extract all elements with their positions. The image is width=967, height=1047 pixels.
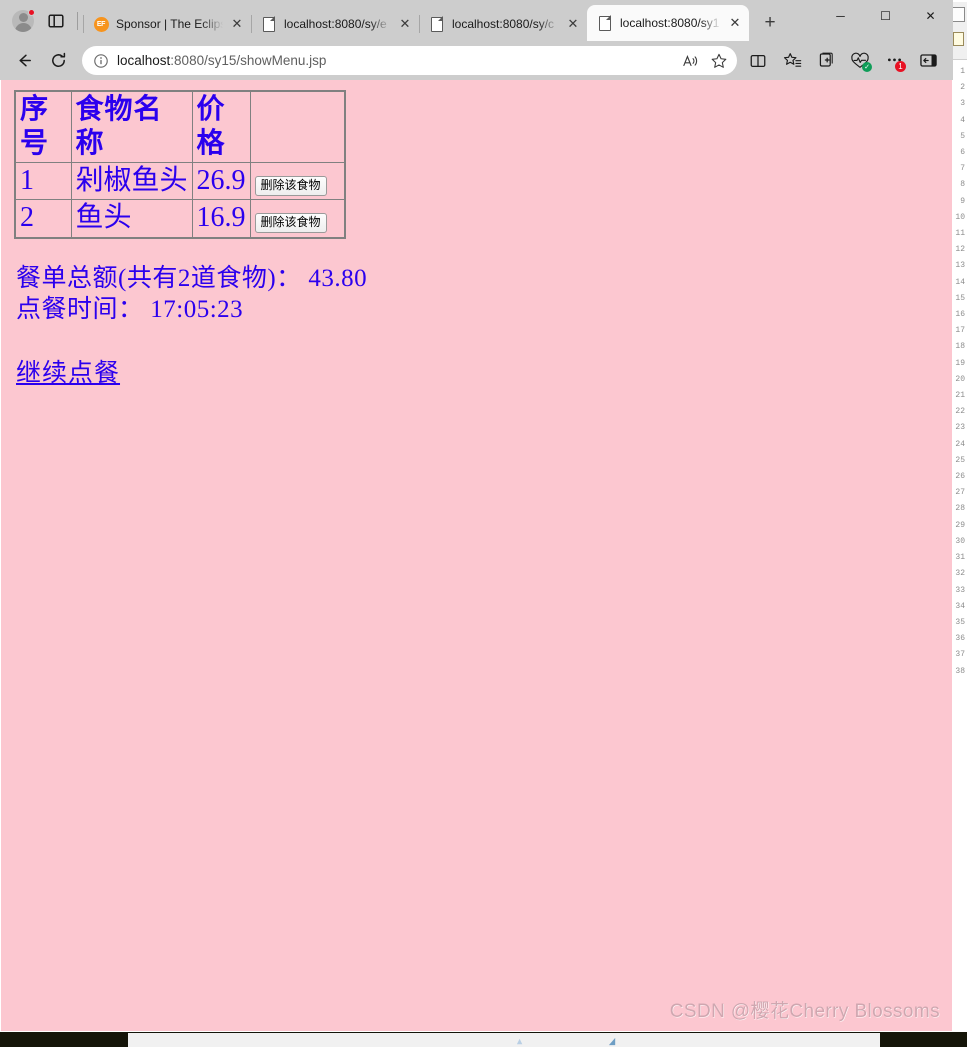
- settings-update-badge: 1: [895, 60, 906, 72]
- menu-table: 序号 食物名称 价格 1 剁椒鱼头 26.9 删除该食物 2 鱼头 16.9 删…: [14, 90, 347, 239]
- tab-title: Sponsor | The Eclips: [116, 17, 223, 31]
- address-bar-url[interactable]: localhost:8080/sy15/showMenu.jsp: [114, 53, 677, 68]
- address-bar[interactable]: localhost:8080/sy15/showMenu.jsp: [82, 46, 737, 75]
- tab-title: localhost:8080/sy/c: [452, 17, 555, 31]
- continue-ordering-link[interactable]: 继续点餐: [16, 353, 120, 389]
- browser-tab-1[interactable]: EF Sponsor | The Eclips ✕: [83, 7, 251, 41]
- profile-notification-dot: [28, 8, 35, 16]
- tab-close-icon[interactable]: ✕: [395, 14, 415, 34]
- blank-document-icon: [597, 15, 613, 31]
- favorites-list-icon[interactable]: [775, 46, 809, 76]
- window-maximize-button[interactable]: ☐: [863, 0, 908, 32]
- new-tab-button[interactable]: +: [755, 8, 785, 38]
- url-path: :8080/sy15/showMenu.jsp: [170, 53, 327, 68]
- tab-title: localhost:8080/sy1: [620, 16, 720, 30]
- order-time-text: 点餐时间： 17:05:23: [16, 295, 244, 323]
- cell-index: 1: [14, 162, 72, 201]
- tab-close-icon[interactable]: ✕: [725, 13, 745, 33]
- favorite-star-icon[interactable]: [705, 48, 733, 74]
- browser-window: EF Sponsor | The Eclips ✕ localhost:8080…: [0, 0, 953, 1032]
- browser-tab-2[interactable]: localhost:8080/sy/e ✕: [251, 7, 419, 41]
- cell-price: 16.9: [191, 199, 251, 239]
- back-button[interactable]: [8, 46, 40, 76]
- essentials-status-badge: ✓: [862, 61, 872, 72]
- table-row: 1 剁椒鱼头 26.9 删除该食物: [14, 162, 346, 201]
- sidebar-toggle-icon[interactable]: [911, 46, 945, 76]
- settings-and-more-icon[interactable]: 1: [877, 46, 911, 76]
- menu-table-head: 序号 食物名称 价格: [14, 90, 345, 164]
- table-row: 2 鱼头 16.9 删除该食物: [14, 199, 346, 239]
- browser-toolbar: localhost:8080/sy15/showMenu.jsp ✓ 1: [0, 41, 953, 80]
- window-minimize-button[interactable]: ─: [818, 0, 863, 32]
- table-header-row: 序号 食物名称 价格: [14, 90, 345, 164]
- window-close-button[interactable]: ✕: [908, 0, 953, 32]
- tab-close-icon[interactable]: ✕: [563, 14, 583, 34]
- menu-table-body: 1 剁椒鱼头 26.9 删除该食物 2 鱼头 16.9 删除该食物: [14, 162, 346, 239]
- blank-document-icon: [429, 16, 445, 32]
- browser-tab-3[interactable]: localhost:8080/sy/c ✕: [419, 7, 587, 41]
- url-host: localhost: [117, 53, 171, 68]
- cell-index: 2: [14, 199, 72, 239]
- tab-actions-icon[interactable]: [42, 7, 70, 35]
- read-aloud-icon[interactable]: [677, 48, 705, 74]
- cell-action: 删除该食物: [249, 162, 346, 201]
- refresh-button[interactable]: [42, 46, 74, 76]
- ide-file-tab-icon: [952, 7, 965, 22]
- tab-close-icon[interactable]: ✕: [227, 14, 247, 34]
- csdn-watermark: CSDN @樱花Cherry Blossoms: [669, 1001, 940, 1022]
- blank-document-icon: [261, 16, 277, 32]
- tab-list: EF Sponsor | The Eclips ✕ localhost:8080…: [83, 0, 785, 41]
- os-taskbar-strip: [0, 1032, 967, 1047]
- window-controls: ─ ☐ ✕: [818, 0, 953, 41]
- tab-strip: EF Sponsor | The Eclips ✕ localhost:8080…: [0, 0, 953, 41]
- profile-button[interactable]: [8, 6, 38, 36]
- order-total-text: 餐单总额(共有2道食物)： 43.80: [16, 264, 368, 292]
- split-screen-icon[interactable]: [741, 46, 775, 76]
- tab-strip-divider: [77, 11, 78, 30]
- column-header-index: 序号: [14, 90, 72, 164]
- eclipse-foundation-icon: EF: [93, 16, 109, 32]
- delete-food-button[interactable]: 删除该食物: [254, 176, 327, 196]
- column-header-food-name: 食物名称: [70, 90, 193, 164]
- tab-title: localhost:8080/sy/e: [284, 17, 387, 31]
- cell-food-name: 鱼头: [70, 199, 193, 239]
- jsp-page-content: 序号 食物名称 价格 1 剁椒鱼头 26.9 删除该食物 2 鱼头 16.9 删…: [1, 80, 952, 1031]
- cell-action: 删除该食物: [249, 199, 346, 239]
- site-information-icon[interactable]: [88, 48, 114, 74]
- column-header-price: 价格: [191, 90, 251, 164]
- browser-tab-4-active[interactable]: localhost:8080/sy1 ✕: [587, 5, 749, 41]
- order-summary: 餐单总额(共有2道食物)： 43.80 点餐时间： 17:05:23: [16, 263, 944, 325]
- cell-food-name: 剁椒鱼头: [70, 162, 193, 201]
- collections-add-icon[interactable]: [809, 46, 843, 76]
- cell-price: 26.9: [191, 162, 251, 201]
- taskbar-window-preview[interactable]: [128, 1033, 880, 1047]
- delete-food-button[interactable]: 删除该食物: [254, 213, 327, 233]
- ide-file-tab-icon-2: [953, 32, 964, 46]
- browser-essentials-icon[interactable]: ✓: [843, 46, 877, 76]
- column-header-action: [250, 91, 345, 163]
- tab-strip-left-controls: [0, 0, 83, 41]
- page-viewport: 序号 食物名称 价格 1 剁椒鱼头 26.9 删除该食物 2 鱼头 16.9 删…: [0, 80, 953, 1032]
